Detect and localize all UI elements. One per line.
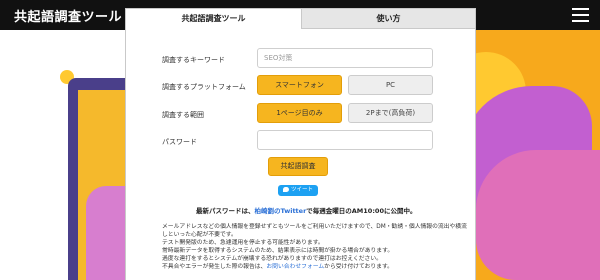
info-line: テスト開発版のため、急遽運用を停止する可能性があります。 <box>162 240 324 246</box>
twitter-bird-icon <box>282 186 289 192</box>
info-line: メールアドレスなどの個人情報を登録せずともツールをご利用いただけますので、DM・… <box>162 224 467 230</box>
password-input[interactable] <box>257 130 433 150</box>
platform-label: 調査するプラットフォーム <box>162 83 246 91</box>
tab-cooccurrence-tool[interactable]: 共起語調査ツール <box>126 9 302 29</box>
info-line: 過度な連打をするとシステムが崩壊する恐れがありますので連打はお控えください。 <box>162 256 382 262</box>
password-label: パスワード <box>162 138 197 146</box>
password-notice: 最新パスワードは、柏崎劉のTwitterで毎週金曜日のAM10:00に公開中。 <box>196 207 417 215</box>
info-line: 常時最新データを取得するシステムのため、結果表示には時間が掛かる場合があります。 <box>162 248 394 254</box>
cooccurrence-submit-button[interactable]: 共起語調査 <box>268 157 328 176</box>
tab-how-to-use[interactable]: 使い方 <box>302 9 475 29</box>
range-first-page-button[interactable]: 1ページ目のみ <box>257 103 342 123</box>
keyword-input[interactable]: SEO対策 <box>257 48 433 68</box>
twitter-link[interactable]: 柏崎劉のTwitter <box>255 207 307 215</box>
range-label: 調査する範囲 <box>162 111 204 119</box>
range-two-pages-button[interactable]: 2Pまで(高負荷) <box>348 103 433 123</box>
info-line: 不具合やエラーが発生した際の報告は、お問い合わせフォームから受け付けております。 <box>162 264 393 270</box>
hamburger-menu-icon[interactable] <box>572 8 589 22</box>
background-pink-shape <box>476 150 600 280</box>
contact-form-link[interactable]: お問い合わせフォーム <box>266 264 324 270</box>
tweet-label: ツイート <box>290 187 313 193</box>
tab-bar: 共起語調査ツール 使い方 <box>126 9 475 29</box>
info-text-block: メールアドレスなどの個人情報を登録せずともツールをご利用いただけますので、DM・… <box>162 223 467 271</box>
platform-pc-button[interactable]: PC <box>348 75 433 95</box>
info-line: しといった心配が不要です。 <box>162 232 237 238</box>
tool-panel: 共起語調査ツール 使い方 調査するキーワード SEO対策 調査するプラットフォー… <box>125 8 476 280</box>
keyword-label: 調査するキーワード <box>162 56 225 64</box>
tweet-button[interactable]: ツイート <box>278 185 318 196</box>
site-title[interactable]: 共起語調査ツール <box>14 6 122 25</box>
platform-smartphone-button[interactable]: スマートフォン <box>257 75 342 95</box>
